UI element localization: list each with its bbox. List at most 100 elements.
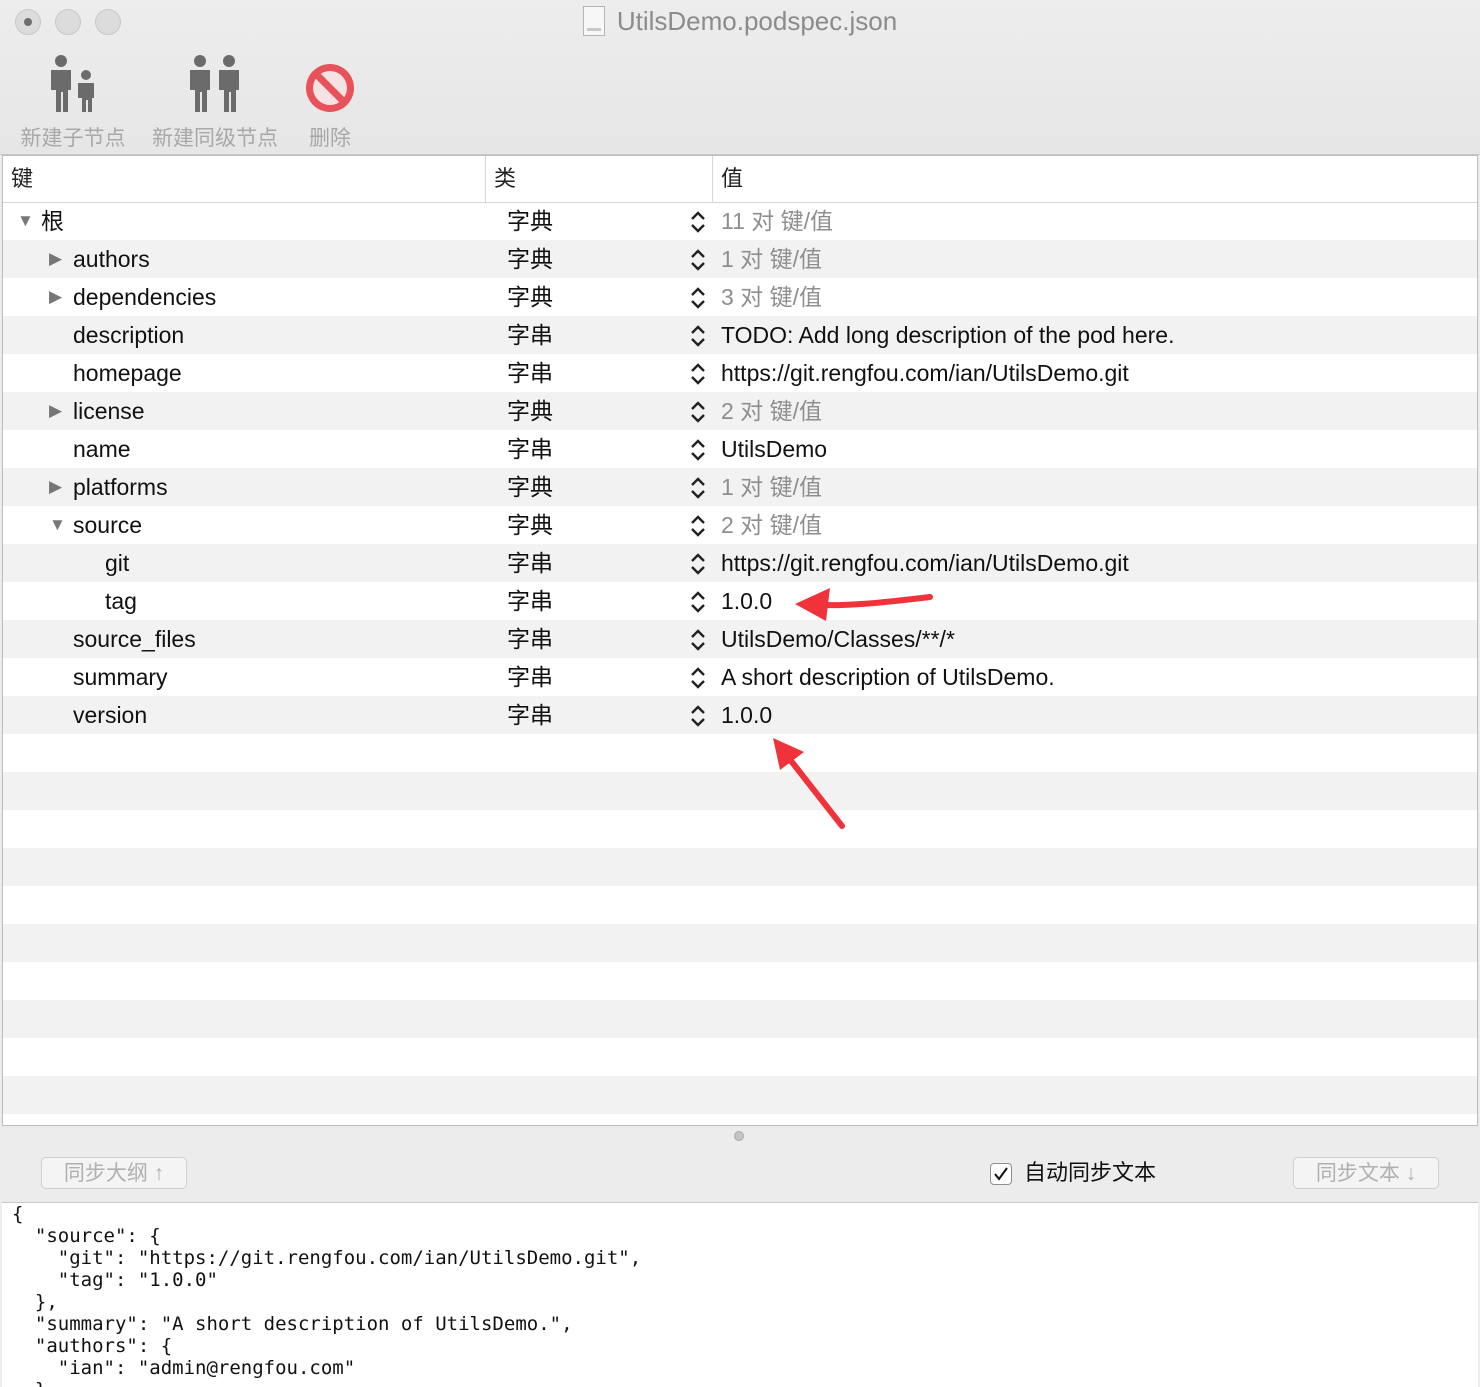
row-key[interactable]: source_files (73, 620, 196, 658)
row-value[interactable]: 3 对 键/值 (721, 278, 822, 316)
row-key[interactable]: name (73, 430, 131, 468)
empty-row (3, 848, 1477, 886)
sync-text-button[interactable]: 同步文本 ↓ (1293, 1157, 1439, 1189)
type-stepper-icon[interactable] (689, 323, 707, 349)
column-header-value[interactable]: 值 (712, 156, 1477, 202)
row-key[interactable]: authors (73, 240, 150, 278)
table-row[interactable]: ▼ 根 字典 11 对 键/值 (3, 202, 1477, 240)
delete-button[interactable]: 删除 (298, 52, 362, 152)
type-stepper-icon[interactable] (689, 475, 707, 501)
row-key[interactable]: description (73, 316, 184, 354)
row-value[interactable]: TODO: Add long description of the pod he… (721, 316, 1174, 354)
new-child-node-button[interactable]: 新建子节点 (14, 52, 132, 152)
auto-sync-checkbox[interactable] (990, 1163, 1012, 1185)
parent-child-people-icon (14, 52, 132, 114)
disclosure-triangle-expanded-icon[interactable]: ▼ (17, 202, 34, 240)
row-value[interactable]: 1 对 键/值 (721, 240, 822, 278)
row-type[interactable]: 字串 (507, 582, 553, 620)
empty-row (3, 1114, 1477, 1125)
disclosure-triangle-collapsed-icon[interactable]: ▶ (49, 240, 62, 278)
table-row[interactable]: summary 字串 A short description of UtilsDem… (3, 658, 1477, 696)
table-row[interactable]: ▼ source 字典 2 对 键/值 (3, 506, 1477, 544)
row-value[interactable]: UtilsDemo/Classes/**/* (721, 620, 955, 658)
disclosure-triangle-collapsed-icon[interactable]: ▶ (49, 392, 62, 430)
row-type[interactable]: 字典 (507, 506, 553, 544)
row-value[interactable]: https://git.rengfou.com/ian/UtilsDemo.gi… (721, 354, 1129, 392)
row-key[interactable]: dependencies (73, 278, 216, 316)
table-row[interactable]: ▶ dependencies 字典 3 对 键/值 (3, 278, 1477, 316)
sync-outline-button[interactable]: 同步大纲 ↑ (41, 1157, 187, 1189)
table-row[interactable]: name 字串 UtilsDemo (3, 430, 1477, 468)
row-type[interactable]: 字典 (507, 392, 553, 430)
table-row[interactable]: description 字串 TODO: Add long description … (3, 316, 1477, 354)
table-row[interactable]: homepage 字串 https://git.rengfou.com/ian/Ut… (3, 354, 1477, 392)
row-value[interactable]: 11 对 键/值 (721, 202, 833, 240)
delete-label: 删除 (309, 127, 351, 150)
row-value[interactable]: 1.0.0 (721, 696, 772, 734)
plist-file-icon (582, 6, 605, 36)
row-key[interactable]: license (73, 392, 145, 430)
table-row[interactable]: git 字串 https://git.rengfou.com/ian/UtilsDe… (3, 544, 1477, 582)
disclosure-triangle-collapsed-icon[interactable]: ▶ (49, 468, 62, 506)
type-stepper-icon[interactable] (689, 513, 707, 539)
json-source-text[interactable]: { "source": { "git": "https://git.rengfo… (2, 1203, 1478, 1387)
checkmark-icon (994, 1167, 1008, 1181)
type-stepper-icon[interactable] (689, 551, 707, 577)
row-type[interactable]: 字串 (507, 658, 553, 696)
row-type[interactable]: 字典 (507, 240, 553, 278)
type-stepper-icon[interactable] (689, 285, 707, 311)
row-key[interactable]: homepage (73, 354, 182, 392)
empty-row (3, 772, 1477, 810)
json-text-editor[interactable]: { "source": { "git": "https://git.rengfo… (2, 1202, 1478, 1387)
table-row[interactable]: ▶ authors 字典 1 对 键/值 (3, 240, 1477, 278)
type-stepper-icon[interactable] (689, 399, 707, 425)
empty-row (3, 924, 1477, 962)
row-type[interactable]: 字串 (507, 696, 553, 734)
table-row[interactable]: ▶ platforms 字典 1 对 键/值 (3, 468, 1477, 506)
table-row[interactable]: source_files 字串 UtilsDemo/Classes/**/* (3, 620, 1477, 658)
type-stepper-icon[interactable] (689, 247, 707, 273)
row-key[interactable]: tag (105, 582, 137, 620)
row-value[interactable]: UtilsDemo (721, 430, 827, 468)
empty-row (3, 1000, 1477, 1038)
row-type[interactable]: 字串 (507, 544, 553, 582)
new-sibling-node-button[interactable]: 新建同级节点 (145, 52, 285, 152)
row-type[interactable]: 字串 (507, 354, 553, 392)
empty-row (3, 886, 1477, 924)
disclosure-triangle-expanded-icon[interactable]: ▼ (49, 506, 66, 544)
row-value[interactable]: 2 对 键/值 (721, 506, 822, 544)
row-key[interactable]: 根 (41, 202, 64, 240)
table-header: 键 类 值 (3, 156, 1477, 203)
row-type[interactable]: 字典 (507, 202, 553, 240)
row-key[interactable]: git (105, 544, 129, 582)
row-type[interactable]: 字典 (507, 468, 553, 506)
split-view-divider-handle[interactable] (734, 1131, 744, 1141)
type-stepper-icon[interactable] (689, 665, 707, 691)
column-header-key[interactable]: 键 (3, 156, 485, 202)
row-key[interactable]: version (73, 696, 147, 734)
row-value[interactable]: 1.0.0 (721, 582, 772, 620)
row-value[interactable]: https://git.rengfou.com/ian/UtilsDemo.gi… (721, 544, 1129, 582)
row-value[interactable]: 2 对 键/值 (721, 392, 822, 430)
row-type[interactable]: 字串 (507, 430, 553, 468)
type-stepper-icon[interactable] (689, 627, 707, 653)
row-type[interactable]: 字串 (507, 316, 553, 354)
type-stepper-icon[interactable] (689, 361, 707, 387)
table-row[interactable]: tag 字串 1.0.0 (3, 582, 1477, 620)
type-stepper-icon[interactable] (689, 589, 707, 615)
empty-row (3, 962, 1477, 1000)
disclosure-triangle-collapsed-icon[interactable]: ▶ (49, 278, 62, 316)
row-value[interactable]: A short description of UtilsDemo. (721, 658, 1055, 696)
table-row[interactable]: version 字串 1.0.0 (3, 696, 1477, 734)
column-header-type[interactable]: 类 (485, 156, 712, 202)
type-stepper-icon[interactable] (689, 703, 707, 729)
row-type[interactable]: 字串 (507, 620, 553, 658)
row-key[interactable]: summary (73, 658, 168, 696)
row-value[interactable]: 1 对 键/值 (721, 468, 822, 506)
type-stepper-icon[interactable] (689, 209, 707, 235)
table-row[interactable]: ▶ license 字典 2 对 键/值 (3, 392, 1477, 430)
type-stepper-icon[interactable] (689, 437, 707, 463)
row-type[interactable]: 字典 (507, 278, 553, 316)
row-key[interactable]: source (73, 506, 142, 544)
row-key[interactable]: platforms (73, 468, 168, 506)
